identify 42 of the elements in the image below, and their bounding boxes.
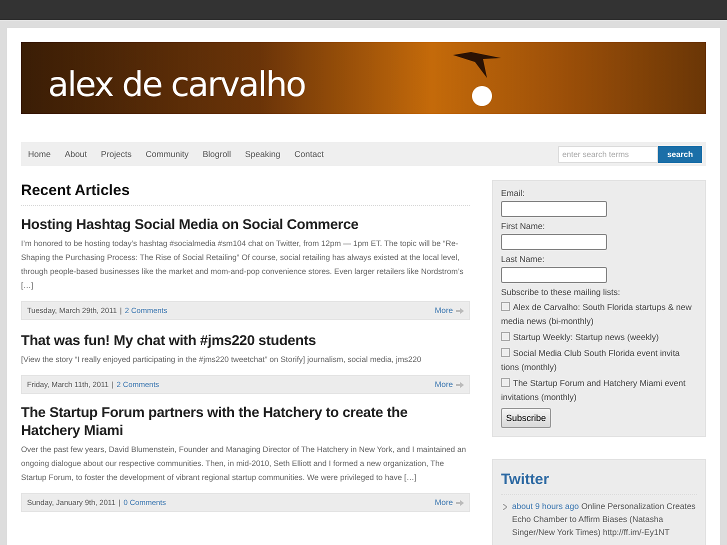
checkbox[interactable] <box>501 302 510 311</box>
arrow-icon <box>456 500 464 506</box>
search-field[interactable]: enter search terms <box>558 146 658 162</box>
more-link[interactable]: More <box>434 380 464 389</box>
arrow-icon <box>456 382 464 388</box>
field-label: Last Name: <box>501 254 546 264</box>
mailing-list-option[interactable]: Alex de Carvalho: South Florida startups & new media news (bi-monthly) <box>501 300 697 328</box>
mailing-list-option[interactable]: Startup Weekly: Startup news (weekly) <box>501 330 697 344</box>
tweet-text: about 9 hours ago Online Personalization Creates Echo Chamber to Affirm Biases (Natasha Singer/New York Times) http://ff.im/-Ey1NT <box>512 500 697 539</box>
nav-link[interactable]: Community <box>146 149 189 159</box>
nav-link[interactable]: Speaking <box>244 149 280 159</box>
nav-link[interactable]: Blogroll <box>202 149 231 159</box>
article-title[interactable]: The Startup Forum partners with the Hatchery to create the Hatchery Miami <box>21 404 470 440</box>
input-field[interactable] <box>501 201 607 217</box>
more-link[interactable]: More <box>434 306 464 315</box>
input-field[interactable] <box>501 267 607 283</box>
arrow-icon <box>456 308 464 314</box>
nav-link[interactable]: Home <box>28 149 51 159</box>
checkbox[interactable] <box>501 348 510 357</box>
nav-link[interactable]: Contact <box>294 149 324 159</box>
site-title[interactable]: alex de carvalho <box>48 65 306 105</box>
article-title[interactable]: That was fun! My chat with #jms220 students <box>21 332 470 350</box>
field-label: Email: <box>501 188 526 198</box>
checkbox[interactable] <box>501 332 510 341</box>
twitter-heading: Twitter <box>501 467 697 495</box>
subscribe-button[interactable]: Subscribe <box>501 408 552 428</box>
checkbox[interactable] <box>501 378 510 387</box>
search-button[interactable]: search <box>658 146 702 162</box>
chevron-icon <box>503 504 507 510</box>
field-label: First Name: <box>501 221 546 231</box>
tweet-time-link[interactable]: about 9 hours ago <box>512 501 579 511</box>
section-heading: Recent Articles <box>21 180 470 206</box>
bird-icon <box>453 50 503 80</box>
article-title[interactable]: Hosting Hashtag Social Media on Social Commerce <box>21 216 470 234</box>
mailing-list-option[interactable]: The Startup Forum and Hatchery Miami event invitations (monthly) <box>501 376 697 404</box>
mailing-list-option[interactable]: Social Media Club South Florida event invita tions (monthly) <box>501 346 697 374</box>
sun-icon <box>472 86 492 106</box>
more-link[interactable]: More <box>434 498 464 507</box>
lists-label: Subscribe to these mailing lists: <box>501 287 622 297</box>
input-field[interactable] <box>501 234 607 250</box>
nav-link[interactable]: Projects <box>100 149 132 159</box>
nav-link[interactable]: About <box>64 149 87 159</box>
